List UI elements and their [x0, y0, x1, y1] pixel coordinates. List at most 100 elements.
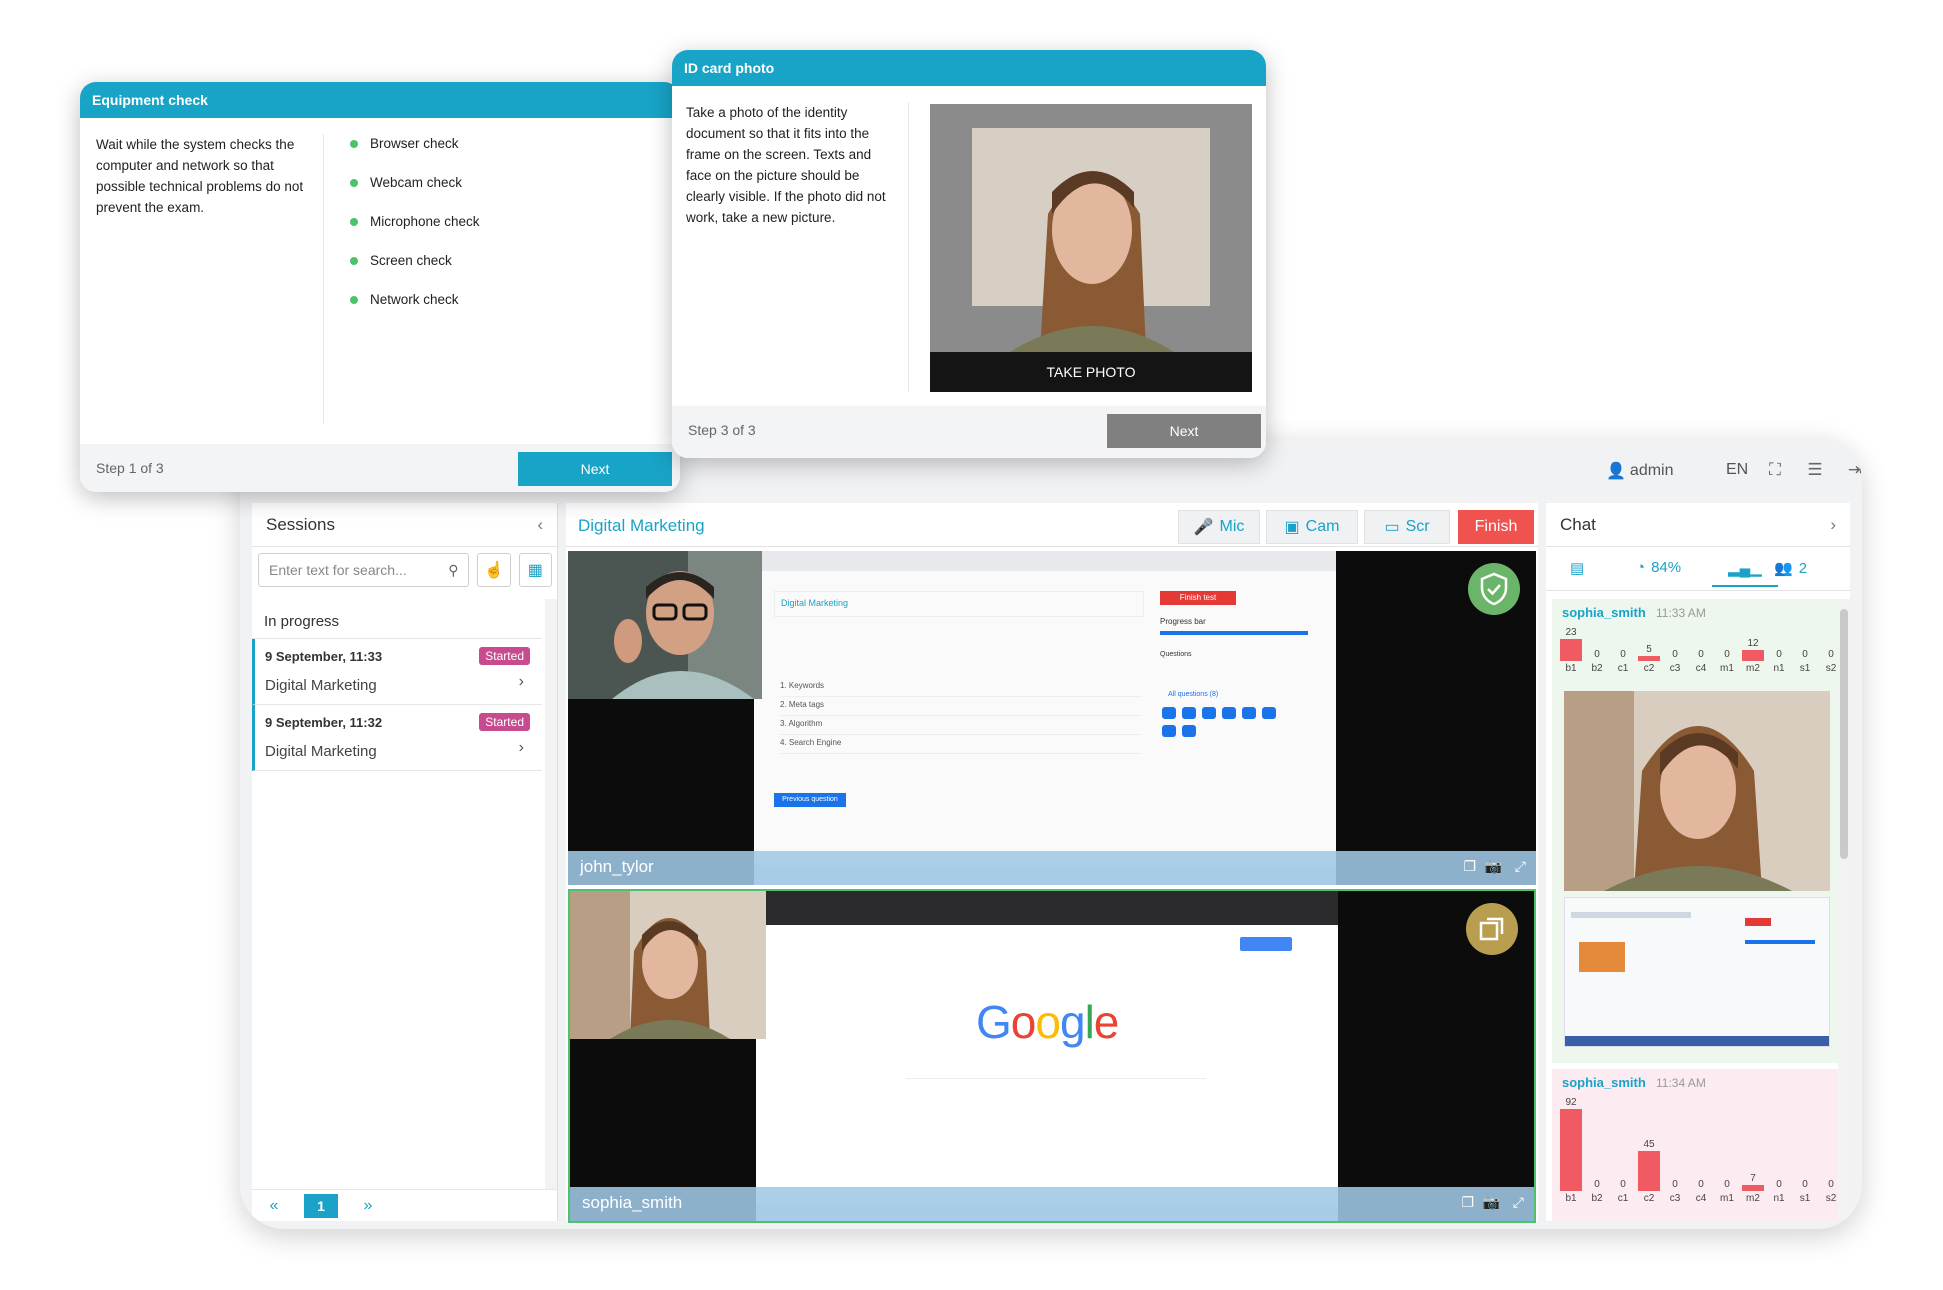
session-item[interactable]: 9 September, 11:32 Started Digital Marke… — [252, 705, 542, 771]
message-icon: ▤ — [1570, 560, 1585, 577]
feed-username: sophia_smith — [582, 1193, 683, 1212]
page-number[interactable]: 1 — [304, 1193, 338, 1218]
bar-value-label: 0 — [1802, 649, 1808, 660]
screen-snapshot-image — [1564, 897, 1830, 1047]
expand-icon[interactable]: ⤢ — [1515, 858, 1526, 875]
check-item: Microphone check — [350, 214, 480, 229]
search-row: Enter text for search... ⚲ ☝ ▦ — [258, 553, 552, 591]
settings-sliders-icon[interactable]: ☰ — [1804, 459, 1826, 481]
prev-page-button[interactable]: « — [264, 1197, 284, 1215]
bar-category-label: b2 — [1591, 663, 1603, 674]
feed-bar: john_tylor ❐ 📷 ⤢ — [568, 851, 1536, 885]
bar-category-label: c3 — [1669, 1193, 1681, 1204]
touch-filter-button[interactable]: ☝ — [477, 553, 511, 587]
bar-category-label: s1 — [1799, 1193, 1811, 1204]
expand-icon[interactable]: ⤢ — [1513, 1194, 1524, 1211]
bar-category-label: s1 — [1799, 663, 1811, 674]
fullscreen-icon[interactable]: ⛶ — [1764, 459, 1786, 481]
camera-snapshot-icon[interactable]: 📷 — [1485, 858, 1502, 875]
bar-category-label: c3 — [1669, 663, 1681, 674]
id-photo-image — [930, 104, 1252, 352]
check-item: Network check — [350, 292, 459, 307]
bar-category-label: b1 — [1565, 663, 1577, 674]
bar-c2 — [1638, 1151, 1660, 1191]
collapse-left-icon[interactable]: ‹ — [537, 515, 543, 535]
id-card-dialog: ID card photo Take a photo of the identi… — [672, 50, 1266, 458]
feed-john-tylor[interactable]: Digital Marketing Finish test Progress b… — [568, 551, 1536, 885]
bar-value-label: 92 — [1565, 1097, 1577, 1108]
dialog-footer: Step 3 of 3 Next — [672, 406, 1266, 458]
bar-value-label: 0 — [1672, 649, 1678, 660]
next-button[interactable]: Next — [1107, 414, 1261, 448]
sign-in-button — [1240, 937, 1292, 951]
sessions-scrollbar[interactable] — [545, 599, 557, 1189]
language-switch[interactable]: EN — [1726, 461, 1748, 479]
pagination: « 1 » — [252, 1189, 558, 1221]
webcam-video — [570, 891, 766, 1039]
answer-list: 1. Keywords 2. Meta tags 3. Algorithm 4.… — [780, 681, 1142, 754]
bar-category-label: c2 — [1643, 1193, 1655, 1204]
session-title: Digital Marketing — [265, 677, 377, 694]
browser-tabs — [754, 551, 1336, 571]
message-user: sophia_smith — [1562, 605, 1646, 620]
bar-value-label: 0 — [1724, 1179, 1730, 1190]
pip-icon[interactable]: ❐ — [1463, 858, 1476, 875]
chat-title: Chat — [1560, 514, 1596, 534]
user-menu[interactable]: 👤 admin — [1606, 461, 1674, 481]
camera-snapshot-icon[interactable]: 📷 — [1483, 1194, 1500, 1211]
bar-b1 — [1560, 639, 1582, 661]
search-icon[interactable]: ⚲ — [448, 562, 458, 579]
users-icon: 👥 — [1774, 560, 1793, 577]
bar-category-label: m2 — [1746, 663, 1760, 674]
chevron-right-icon[interactable]: › — [519, 739, 524, 757]
all-questions-label: All questions (8) — [1168, 691, 1219, 698]
bar-c2 — [1638, 656, 1660, 661]
logout-icon[interactable]: ⇥ — [1844, 459, 1862, 481]
chevron-right-icon[interactable]: › — [519, 673, 524, 691]
mic-button[interactable]: 🎤 Mic — [1178, 510, 1260, 544]
tab-score[interactable]: ◔ 84% — [1636, 559, 1681, 576]
monitoring-header: Digital Marketing 🎤 Mic ▣ Cam ▭ Scr Fini… — [566, 503, 1538, 547]
pip-icon[interactable]: ❐ — [1461, 1194, 1474, 1211]
calendar-button[interactable]: ▦ — [518, 553, 552, 587]
tab-stats[interactable]: ▂▄▁ — [1712, 559, 1778, 587]
bar-category-label: b1 — [1565, 1193, 1577, 1204]
next-button[interactable]: Next — [518, 452, 672, 486]
stats-bar-chart: 23 b1 0 b2 0 c1 5 c2 0 c3 0 c4 0 m1 12 m2 0 n1 0 s1 0 s2 — [1560, 625, 1836, 674]
chat-scrollbar[interactable] — [1838, 599, 1850, 1221]
chat-message: sophia_smith 11:33 AM 23 b1 0 b2 0 c1 5 c2 0 c3 0 c… — [1552, 599, 1838, 1063]
bar-value-label: 0 — [1776, 649, 1782, 660]
progress-bar-label: Progress bar — [1160, 617, 1206, 626]
gauge-icon: ◔ — [1636, 559, 1646, 576]
shield-check-icon — [1468, 563, 1520, 615]
search-input[interactable]: Enter text for search... ⚲ — [258, 553, 470, 587]
screen-button[interactable]: ▭ Scr — [1364, 510, 1450, 544]
screen-off-icon: ▭ — [1384, 519, 1400, 536]
bar-category-label: m1 — [1720, 663, 1734, 674]
check-label: Webcam check — [370, 175, 463, 190]
camera-preview: TAKE PHOTO — [930, 104, 1252, 392]
hand-pointer-icon: ☝ — [484, 562, 505, 579]
check-item: Webcam check — [350, 175, 462, 190]
exam-title: Digital Marketing — [578, 516, 705, 535]
take-photo-button[interactable]: TAKE PHOTO — [930, 352, 1252, 392]
divider — [908, 102, 909, 392]
answer-option: 4. Search Engine — [780, 738, 1142, 754]
finish-button[interactable]: Finish — [1458, 510, 1534, 544]
session-item[interactable]: 9 September, 11:33 Started Digital Marke… — [252, 639, 542, 705]
dialog-footer: Step 1 of 3 Next — [80, 444, 680, 492]
browser-chrome — [756, 891, 1338, 925]
feed-sophia-smith[interactable]: Google sophia_smith ❐ 📷 ⤢ — [568, 889, 1536, 1223]
collapse-right-icon[interactable]: › — [1830, 515, 1836, 535]
bar-category-label: n1 — [1773, 1193, 1785, 1204]
bar-category-label: m2 — [1746, 1193, 1760, 1204]
tab-participants[interactable]: 👥 2 — [1774, 559, 1807, 578]
bar-value-label: 0 — [1802, 1179, 1808, 1190]
next-page-button[interactable]: » — [358, 1197, 378, 1215]
cam-button[interactable]: ▣ Cam — [1266, 510, 1358, 544]
tab-messages[interactable]: ▤ — [1570, 559, 1584, 577]
screen-share-icon — [1466, 903, 1518, 955]
bar-value-label: 5 — [1646, 644, 1652, 655]
bar-b1 — [1560, 1109, 1582, 1191]
feed-bar: sophia_smith ❐ 📷 ⤢ — [570, 1187, 1534, 1221]
